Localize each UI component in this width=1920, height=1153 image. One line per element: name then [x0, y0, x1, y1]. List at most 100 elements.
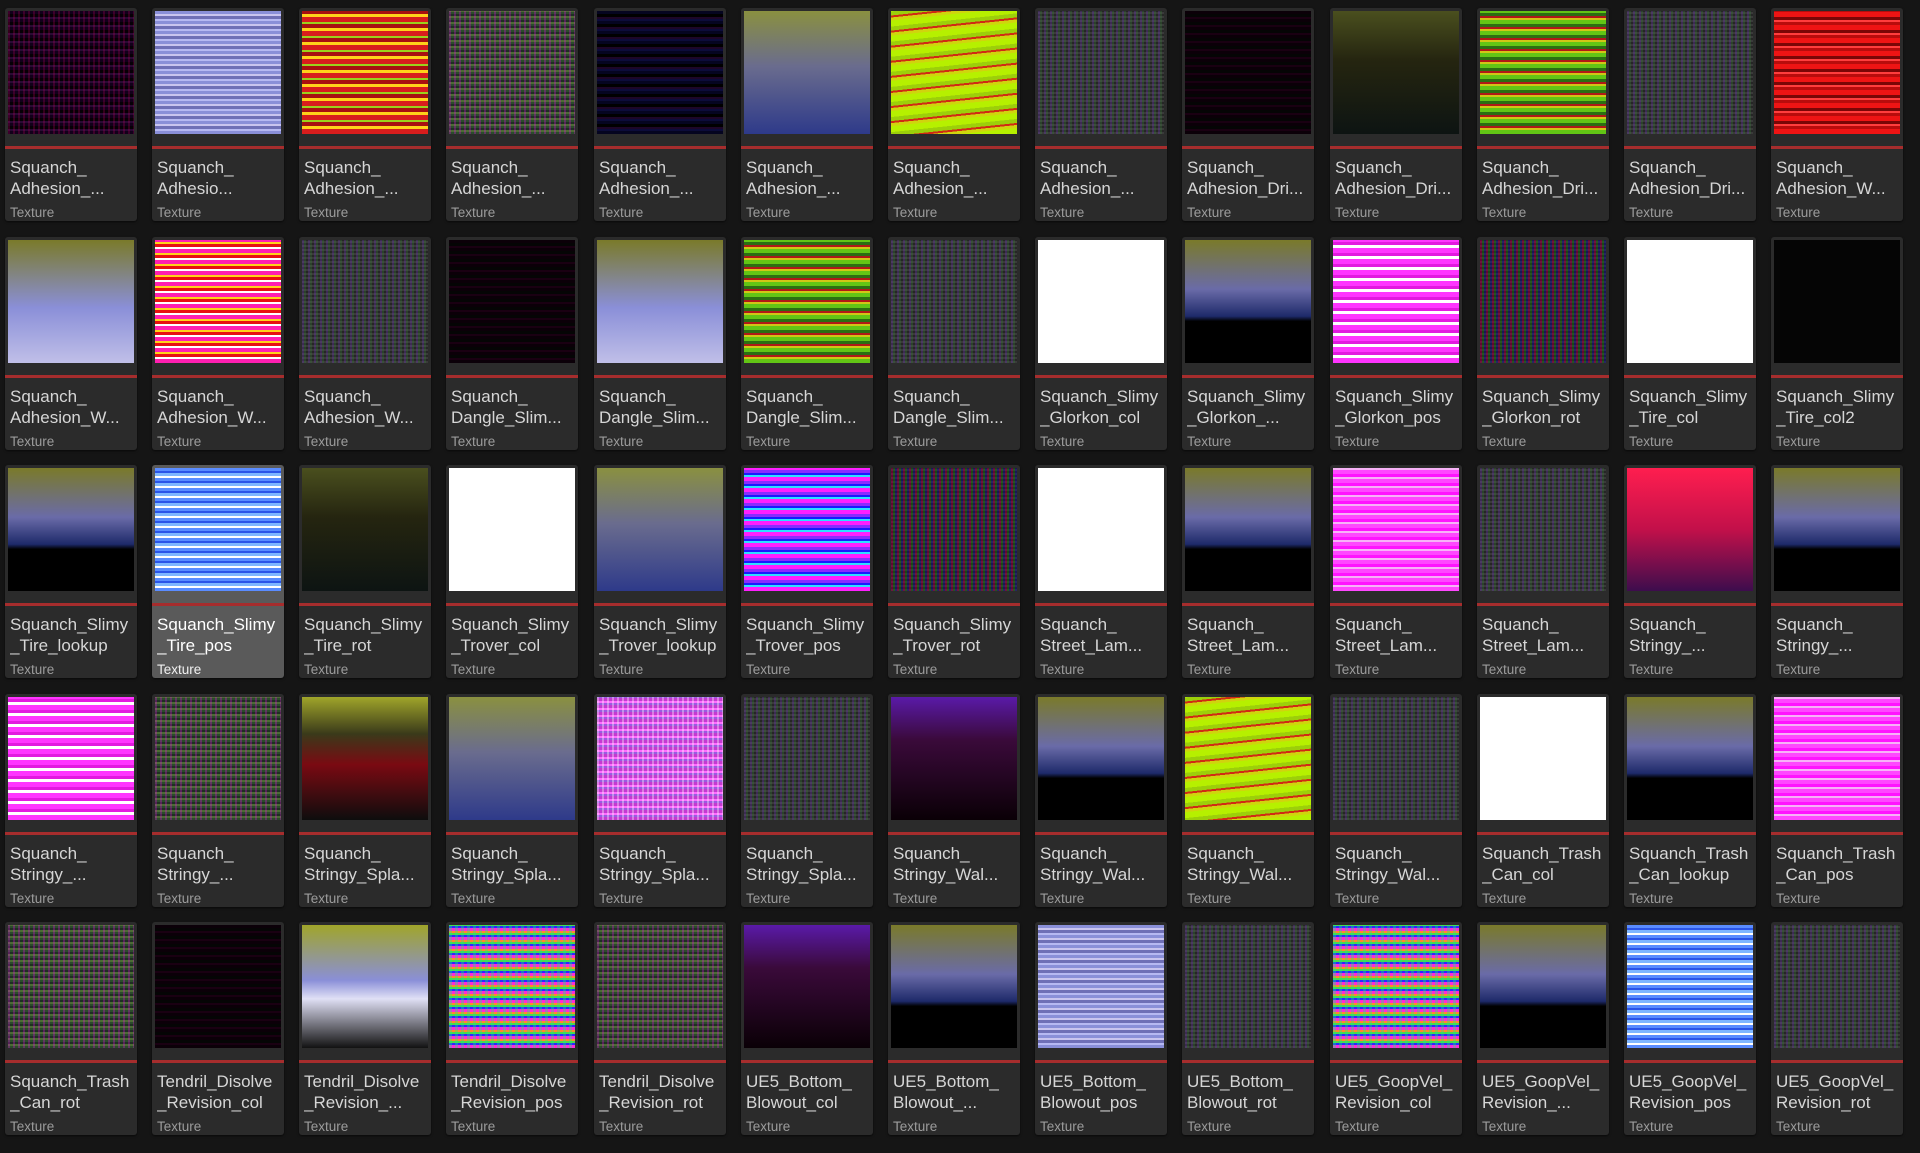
asset-tile[interactable]: UE5_GoopVel_ Revision_... Texture	[1477, 922, 1609, 1135]
asset-tile[interactable]: Squanch_Trash _Can_lookup Texture	[1624, 694, 1756, 907]
asset-tile[interactable]: Squanch_ Adhesion_... Texture	[446, 8, 578, 221]
asset-thumbnail	[1038, 11, 1164, 134]
asset-tile[interactable]: Squanch_ Adhesion_Dri... Texture	[1477, 8, 1609, 221]
asset-name: Squanch_ Adhesion_Dri...	[1482, 158, 1599, 198]
asset-type-color-bar	[594, 832, 726, 835]
asset-tile[interactable]: Squanch_Slimy _Trover_rot Texture	[888, 465, 1020, 678]
asset-tile[interactable]: Squanch_ Adhesion_... Texture	[594, 8, 726, 221]
asset-tile[interactable]: Squanch_ Street_Lam... Texture	[1330, 465, 1462, 678]
asset-tile[interactable]: Squanch_Slimy _Glorkon_col Texture	[1035, 237, 1167, 450]
asset-tile[interactable]: Squanch_ Dangle_Slim... Texture	[446, 237, 578, 450]
asset-tile[interactable]: Tendril_Disolve _Revision_col Texture	[152, 922, 284, 1135]
asset-type-label: Texture	[1482, 891, 1527, 906]
asset-tile[interactable]: Squanch_ Stringy_Wal... Texture	[1035, 694, 1167, 907]
asset-type-label: Texture	[746, 434, 791, 449]
asset-tile[interactable]: Tendril_Disolve _Revision_pos Texture	[446, 922, 578, 1135]
asset-name: Squanch_Slimy _Trover_lookup	[599, 615, 718, 655]
asset-tile[interactable]: Tendril_Disolve _Revision_rot Texture	[594, 922, 726, 1135]
asset-tile[interactable]: Tendril_Disolve _Revision_... Texture	[299, 922, 431, 1135]
asset-tile[interactable]: Squanch_ Adhesion_... Texture	[1035, 8, 1167, 221]
asset-tile[interactable]: UE5_GoopVel_ Revision_pos Texture	[1624, 922, 1756, 1135]
asset-tile[interactable]: Squanch_Slimy _Tire_col Texture	[1624, 237, 1756, 450]
asset-type-color-bar	[1330, 1060, 1462, 1063]
asset-tile[interactable]: Squanch_ Adhesio... Texture	[152, 8, 284, 221]
asset-tile[interactable]: UE5_Bottom_ Blowout_... Texture	[888, 922, 1020, 1135]
asset-tile[interactable]: Squanch_ Stringy_Spla... Texture	[299, 694, 431, 907]
asset-tile[interactable]: Squanch_ Stringy_... Texture	[1624, 465, 1756, 678]
asset-thumbnail	[891, 11, 1017, 134]
asset-thumbnail	[597, 468, 723, 591]
asset-type-label: Texture	[1629, 891, 1674, 906]
asset-tile[interactable]: Squanch_Trash _Can_col Texture	[1477, 694, 1609, 907]
asset-tile[interactable]: Squanch_ Stringy_Spla... Texture	[594, 694, 726, 907]
asset-tile[interactable]: Squanch_ Dangle_Slim... Texture	[741, 237, 873, 450]
asset-tile[interactable]: Squanch_Slimy _Tire_col2 Texture	[1771, 237, 1903, 450]
asset-type-color-bar	[594, 375, 726, 378]
asset-tile[interactable]: Squanch_Trash _Can_rot Texture	[5, 922, 137, 1135]
asset-type-label: Texture	[1040, 662, 1085, 677]
asset-type-color-bar	[1624, 375, 1756, 378]
asset-tile[interactable]: Squanch_ Stringy_Spla... Texture	[741, 694, 873, 907]
asset-name: Squanch_ Street_Lam...	[1335, 615, 1438, 655]
asset-tile[interactable]: Squanch_ Adhesion_W... Texture	[1771, 8, 1903, 221]
asset-tile[interactable]: Squanch_ Adhesion_W... Texture	[299, 237, 431, 450]
asset-thumbnail	[1774, 11, 1900, 134]
asset-name: Squanch_ Adhesion_Dri...	[1335, 158, 1452, 198]
asset-tile[interactable]: Squanch_ Stringy_Wal... Texture	[888, 694, 1020, 907]
asset-tile[interactable]: Squanch_Slimy _Tire_lookup Texture	[5, 465, 137, 678]
asset-tile[interactable]: Squanch_ Stringy_... Texture	[5, 694, 137, 907]
asset-tile[interactable]: Squanch_ Stringy_Wal... Texture	[1182, 694, 1314, 907]
asset-tile[interactable]: Squanch_ Adhesion_... Texture	[741, 8, 873, 221]
asset-tile[interactable]: UE5_Bottom_ Blowout_pos Texture	[1035, 922, 1167, 1135]
asset-type-color-bar	[888, 603, 1020, 606]
asset-type-color-bar	[5, 146, 137, 149]
asset-tile[interactable]: Squanch_Slimy _Trover_lookup Texture	[594, 465, 726, 678]
asset-thumbnail	[1038, 468, 1164, 591]
asset-thumbnail	[449, 240, 575, 363]
asset-name: Squanch_ Stringy_Wal...	[893, 844, 999, 884]
asset-tile[interactable]: Squanch_ Adhesion_... Texture	[5, 8, 137, 221]
asset-tile[interactable]: Squanch_ Adhesion_W... Texture	[152, 237, 284, 450]
asset-tile[interactable]: Squanch_ Stringy_Wal... Texture	[1330, 694, 1462, 907]
asset-tile[interactable]: Squanch_ Street_Lam... Texture	[1182, 465, 1314, 678]
asset-tile[interactable]: Squanch_ Stringy_Spla... Texture	[446, 694, 578, 907]
asset-type-label: Texture	[1040, 1119, 1085, 1134]
asset-tile[interactable]: Squanch_ Stringy_... Texture	[152, 694, 284, 907]
asset-tile[interactable]: UE5_Bottom_ Blowout_rot Texture	[1182, 922, 1314, 1135]
asset-name: Tendril_Disolve _Revision_pos	[451, 1072, 567, 1112]
asset-name: Squanch_Slimy _Tire_col	[1629, 387, 1748, 427]
asset-thumbnail	[8, 925, 134, 1048]
asset-tile[interactable]: Squanch_ Adhesion_W... Texture	[5, 237, 137, 450]
asset-type-color-bar	[888, 1060, 1020, 1063]
asset-tile[interactable]: Squanch_ Adhesion_... Texture	[299, 8, 431, 221]
asset-tile[interactable]: UE5_GoopVel_ Revision_col Texture	[1330, 922, 1462, 1135]
asset-name: Squanch_ Adhesion_...	[599, 158, 694, 198]
asset-tile[interactable]: Squanch_Slimy _Glorkon_... Texture	[1182, 237, 1314, 450]
asset-type-color-bar	[1035, 1060, 1167, 1063]
asset-tile[interactable]: Squanch_Trash _Can_pos Texture	[1771, 694, 1903, 907]
asset-tile[interactable]: Squanch_Slimy _Glorkon_rot Texture	[1477, 237, 1609, 450]
asset-type-color-bar	[741, 375, 873, 378]
asset-tile[interactable]: UE5_GoopVel_ Revision_rot Texture	[1771, 922, 1903, 1135]
asset-tile[interactable]: Squanch_ Dangle_Slim... Texture	[594, 237, 726, 450]
asset-name: Squanch_ Stringy_...	[1776, 615, 1853, 655]
asset-name: Squanch_ Adhesion_...	[451, 158, 546, 198]
asset-tile[interactable]: Squanch_Slimy _Trover_col Texture	[446, 465, 578, 678]
asset-tile[interactable]: Squanch_ Adhesion_... Texture	[888, 8, 1020, 221]
asset-tile[interactable]: Squanch_ Street_Lam... Texture	[1477, 465, 1609, 678]
asset-tile[interactable]: Squanch_ Adhesion_Dri... Texture	[1182, 8, 1314, 221]
asset-tile[interactable]: Squanch_Slimy _Tire_pos Texture	[152, 465, 284, 678]
content-browser-asset-grid: Squanch_ Adhesion_... Texture Squanch_ Adh…	[0, 0, 1920, 1153]
asset-type-label: Texture	[1040, 434, 1085, 449]
asset-tile[interactable]: UE5_Bottom_ Blowout_col Texture	[741, 922, 873, 1135]
asset-tile[interactable]: Squanch_ Adhesion_Dri... Texture	[1624, 8, 1756, 221]
asset-thumbnail	[891, 697, 1017, 820]
asset-tile[interactable]: Squanch_Slimy _Trover_pos Texture	[741, 465, 873, 678]
asset-tile[interactable]: Squanch_ Street_Lam... Texture	[1035, 465, 1167, 678]
asset-tile[interactable]: Squanch_Slimy _Tire_rot Texture	[299, 465, 431, 678]
asset-thumbnail	[1774, 468, 1900, 591]
asset-tile[interactable]: Squanch_ Adhesion_Dri... Texture	[1330, 8, 1462, 221]
asset-tile[interactable]: Squanch_Slimy _Glorkon_pos Texture	[1330, 237, 1462, 450]
asset-tile[interactable]: Squanch_ Dangle_Slim... Texture	[888, 237, 1020, 450]
asset-tile[interactable]: Squanch_ Stringy_... Texture	[1771, 465, 1903, 678]
